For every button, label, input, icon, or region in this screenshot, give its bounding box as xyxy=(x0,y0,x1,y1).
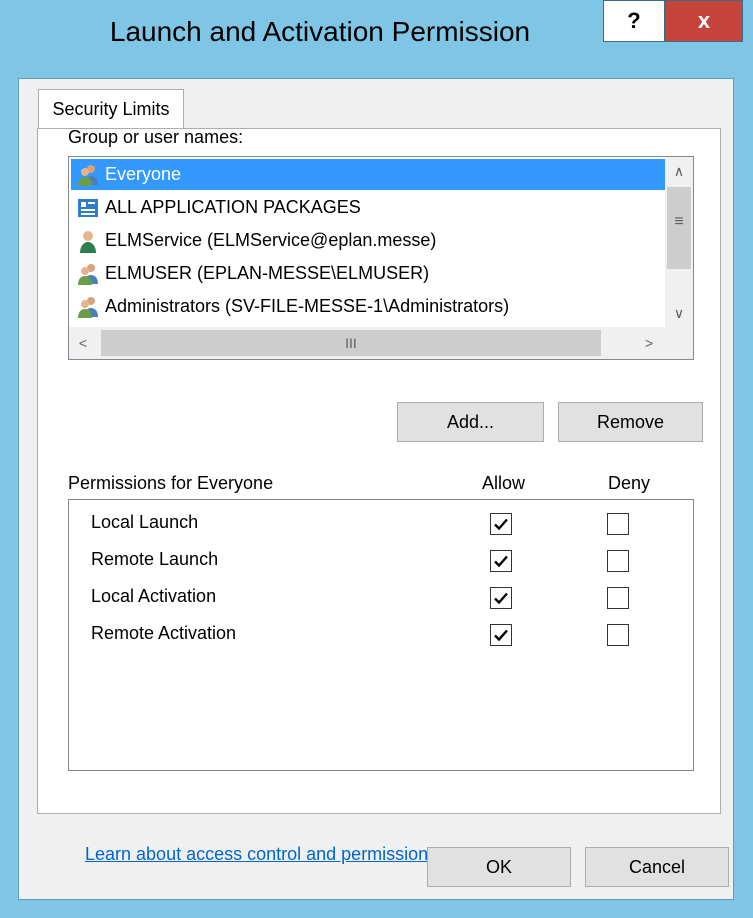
user-list[interactable]: Everyone ALL APPLICATION PACKAGES ELMServi… xyxy=(68,156,694,360)
allow-checkbox[interactable] xyxy=(490,587,512,609)
deny-checkbox[interactable] xyxy=(607,624,629,646)
close-icon: x xyxy=(697,8,711,33)
list-item[interactable]: ELMService (ELMService@eplan.messe) xyxy=(71,225,667,256)
tab-panel: Group or user names: Everyone ALL APPLICA… xyxy=(37,127,721,864)
horizontal-scrollbar[interactable]: < III > xyxy=(69,327,665,359)
scroll-right-icon[interactable]: > xyxy=(635,329,663,357)
list-item-label: Administrators (SV-FILE-MESSE-1\Administ… xyxy=(105,296,510,316)
cancel-button[interactable]: Cancel xyxy=(585,847,729,887)
close-button[interactable]: x xyxy=(665,0,743,42)
list-item[interactable]: ALL APPLICATION PACKAGES xyxy=(71,192,667,223)
user-group-icon xyxy=(77,262,99,286)
app-packages-icon xyxy=(77,196,99,220)
list-item-label: ALL APPLICATION PACKAGES xyxy=(105,197,361,217)
tab-security-limits[interactable]: Security Limits xyxy=(38,89,184,129)
deny-checkbox[interactable] xyxy=(607,513,629,535)
window-title: Launch and Activation Permission xyxy=(109,16,531,47)
permission-name: Local Launch xyxy=(91,512,199,532)
vertical-scrollbar[interactable]: ∧ ≡ ∨ xyxy=(665,157,693,327)
list-item-label: ELMUSER (EPLAN-MESSE\ELMUSER) xyxy=(105,263,430,283)
permission-name: Remote Activation xyxy=(91,623,237,643)
permission-row: Remote Launch xyxy=(69,543,693,579)
permissions-list: Local Launch Remote Launch Local Activatio… xyxy=(68,499,694,771)
remove-button[interactable]: Remove xyxy=(558,402,703,442)
allow-checkbox[interactable] xyxy=(490,550,512,572)
permission-name: Local Activation xyxy=(91,586,217,606)
permission-name: Remote Launch xyxy=(91,549,219,569)
allow-header: Allow xyxy=(482,473,526,493)
list-item-label: ELMService (ELMService@eplan.messe) xyxy=(105,230,437,250)
list-item-label: Everyone xyxy=(105,164,182,184)
help-button[interactable]: ? xyxy=(603,0,665,42)
permission-row: Local Activation xyxy=(69,580,693,616)
list-item[interactable]: Everyone xyxy=(71,159,667,190)
scroll-up-icon[interactable]: ∧ xyxy=(665,157,693,185)
permissions-label: Permissions for Everyone xyxy=(68,473,274,493)
title-bar[interactable]: Launch and Activation Permission ? x xyxy=(0,0,753,78)
access-control-link[interactable]: Learn about access control and permissio… xyxy=(85,844,437,865)
deny-header: Deny xyxy=(608,473,651,493)
scroll-left-icon[interactable]: < xyxy=(69,329,97,357)
group-names-label: Group or user names: xyxy=(68,127,244,147)
allow-checkbox[interactable] xyxy=(490,624,512,646)
permission-row: Local Launch xyxy=(69,506,693,542)
help-icon: ? xyxy=(627,8,641,33)
list-item[interactable]: ELMUSER (EPLAN-MESSE\ELMUSER) xyxy=(71,258,667,289)
allow-checkbox[interactable] xyxy=(490,513,512,535)
vertical-scroll-thumb[interactable]: ≡ xyxy=(667,187,691,269)
deny-checkbox[interactable] xyxy=(607,550,629,572)
user-group-icon xyxy=(77,295,99,319)
hthumb-grip-icon: III xyxy=(345,335,357,351)
user-icon xyxy=(77,229,99,253)
list-item[interactable]: Administrators (SV-FILE-MESSE-1\Administ… xyxy=(71,291,667,322)
deny-checkbox[interactable] xyxy=(607,587,629,609)
permission-row: Remote Activation xyxy=(69,617,693,653)
horizontal-scroll-thumb[interactable]: III xyxy=(101,330,601,356)
user-group-icon xyxy=(77,163,99,187)
dialog-client: Security Limits Group or user names: Eve… xyxy=(18,78,734,900)
ok-button[interactable]: OK xyxy=(427,847,571,887)
add-button[interactable]: Add... xyxy=(397,402,544,442)
thumb-grip-icon: ≡ xyxy=(674,213,684,230)
scroll-down-icon[interactable]: ∨ xyxy=(665,299,693,327)
scroll-corner xyxy=(665,327,693,359)
dialog-window: Launch and Activation Permission ? x Sec… xyxy=(0,0,753,918)
